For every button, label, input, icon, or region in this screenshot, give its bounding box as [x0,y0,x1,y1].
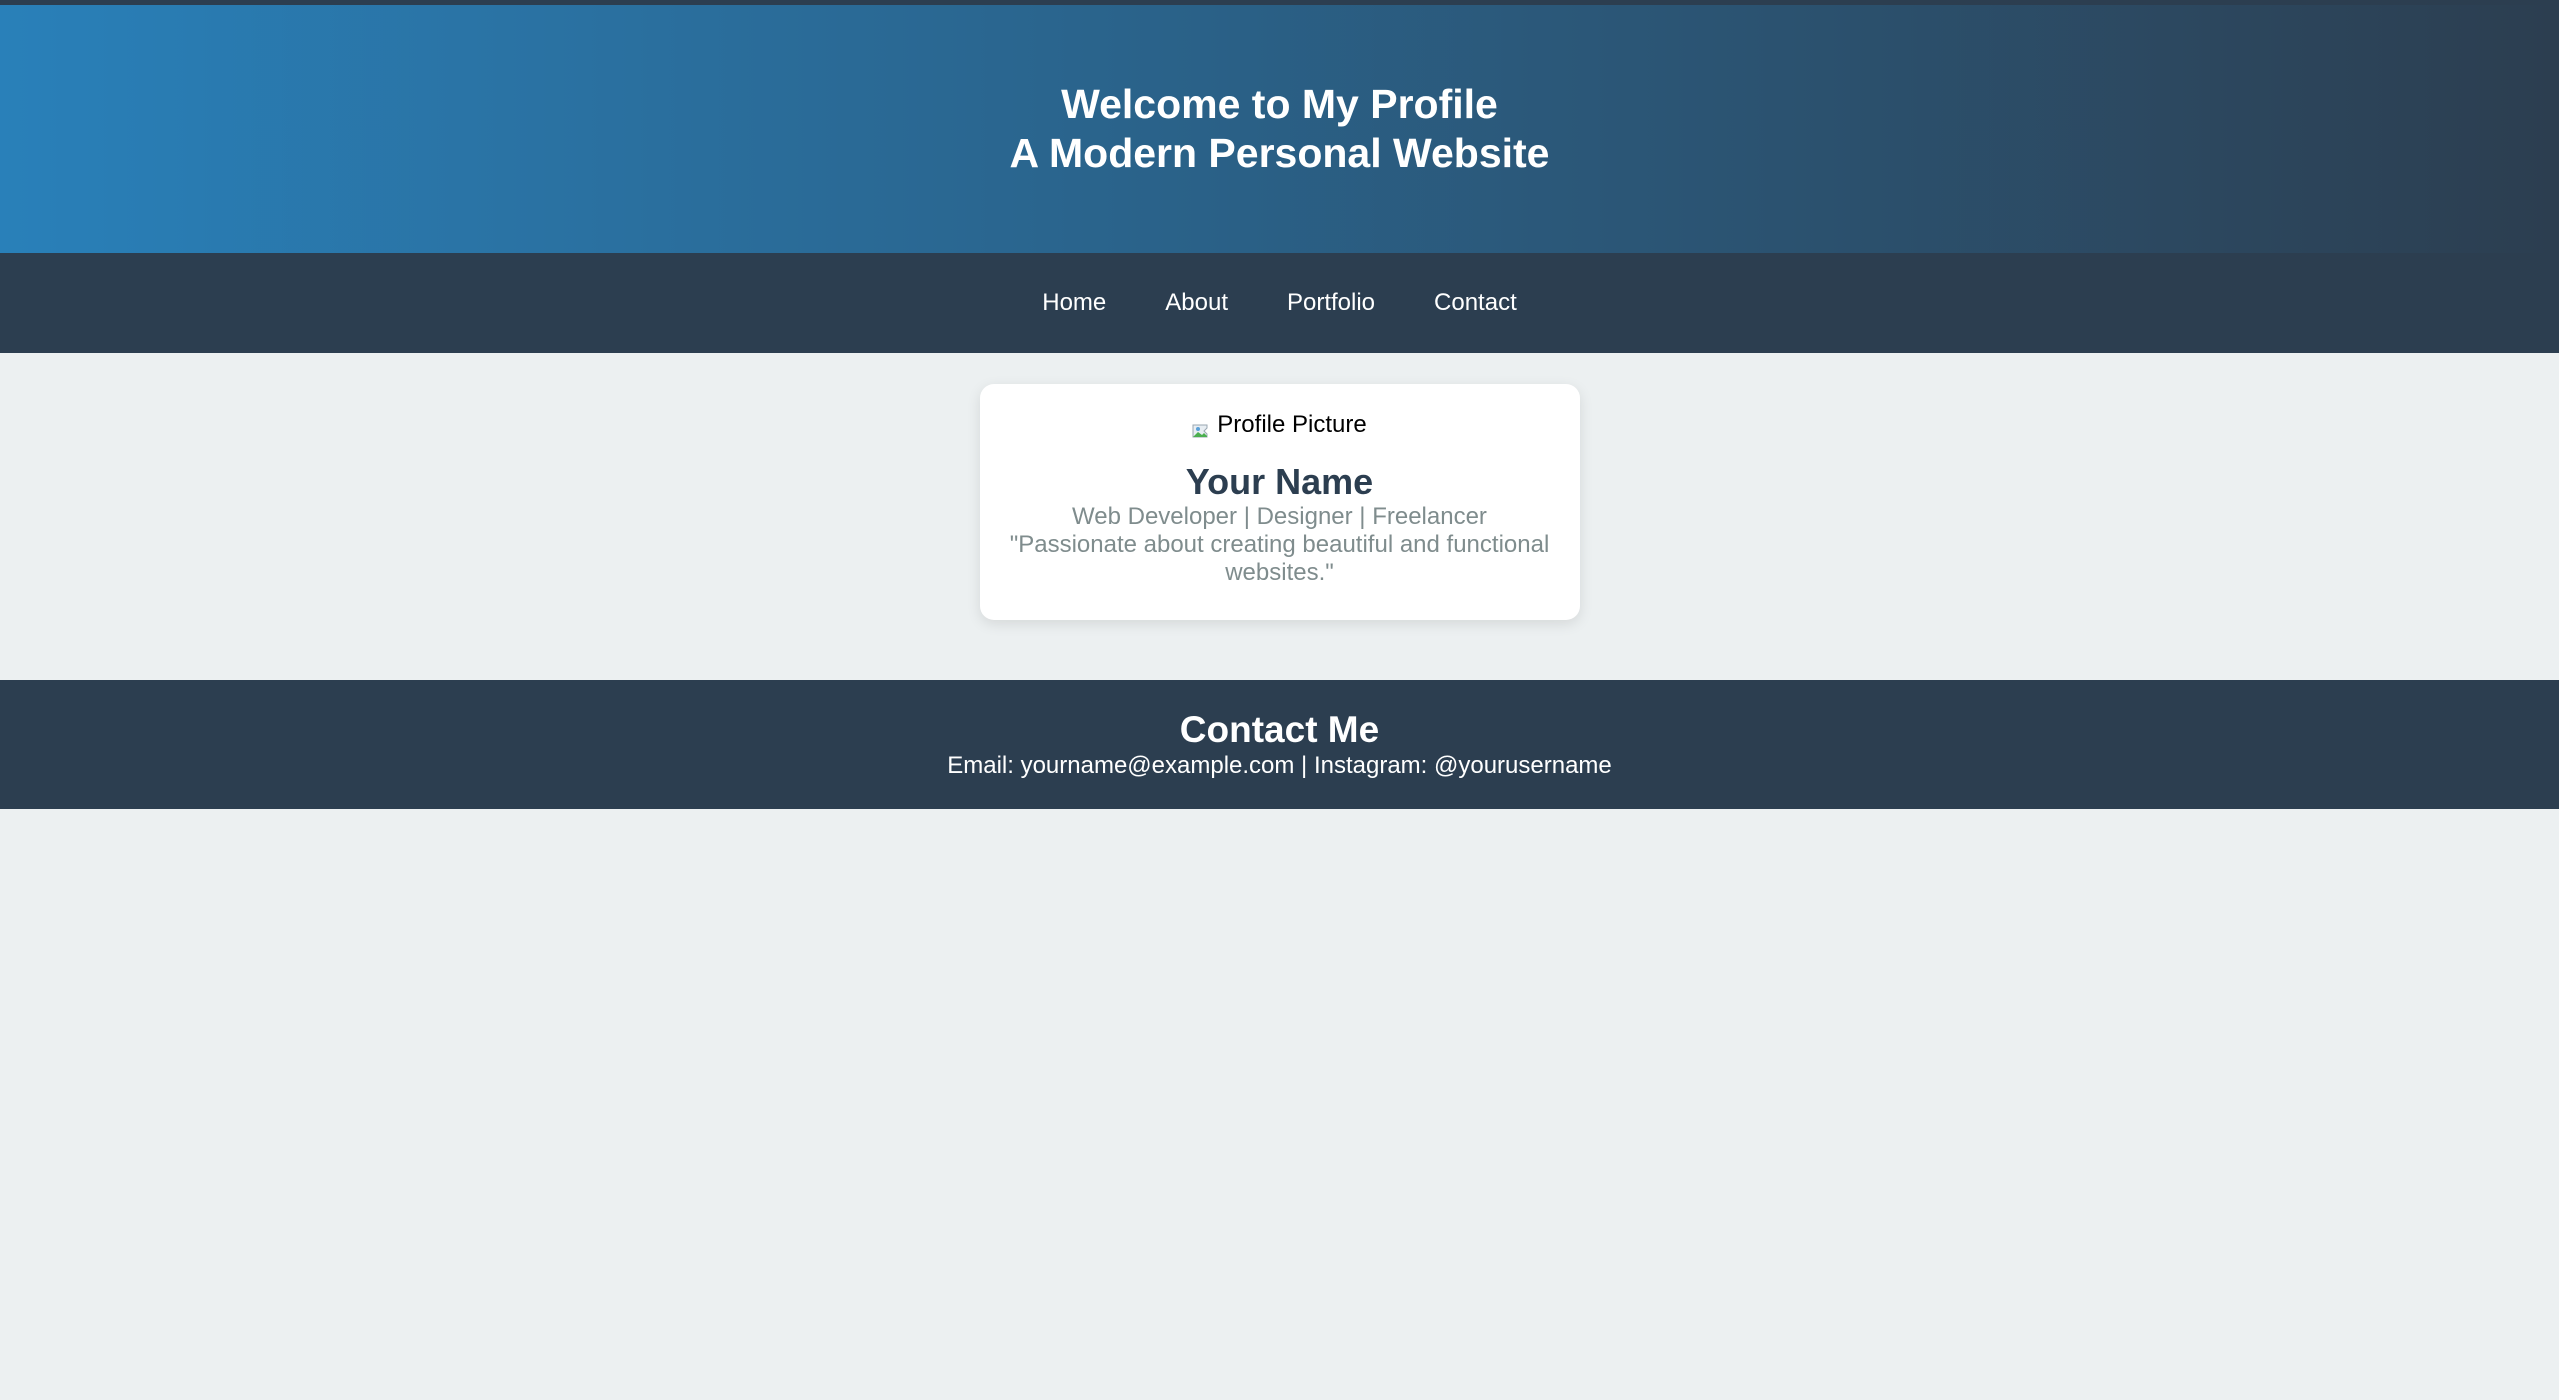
nav-link-home[interactable]: Home [1042,289,1106,317]
site-header: Welcome to My Profile A Modern Personal … [0,5,2559,253]
main-nav: Home About Portfolio Contact [0,253,2559,353]
nav-link-contact[interactable]: Contact [1434,289,1517,317]
nav-link-about[interactable]: About [1165,289,1228,317]
profile-role: Web Developer | Designer | Freelancer [1072,503,1487,530]
header-title: Welcome to My Profile [1061,81,1498,127]
main-content: Profile Picture Your Name Web Developer … [0,353,2559,680]
profile-card: Profile Picture Your Name Web Developer … [979,384,1580,620]
footer-title: Contact Me [1179,708,1380,750]
profile-picture: Profile Picture [1192,410,1367,440]
header-subtitle: A Modern Personal Website [1009,130,1550,176]
profile-quote: "Passionate about creating beautiful and… [1009,531,1550,586]
broken-image-icon [1192,417,1214,438]
profile-name: Your Name [1185,461,1374,502]
nav-link-portfolio[interactable]: Portfolio [1287,289,1375,317]
profile-picture-alt-text: Profile Picture [1217,411,1367,438]
footer-contact-info: Email: yourname@example.com | Instagram:… [947,751,1612,779]
contact-footer: Contact Me Email: yourname@example.com |… [0,680,2559,809]
